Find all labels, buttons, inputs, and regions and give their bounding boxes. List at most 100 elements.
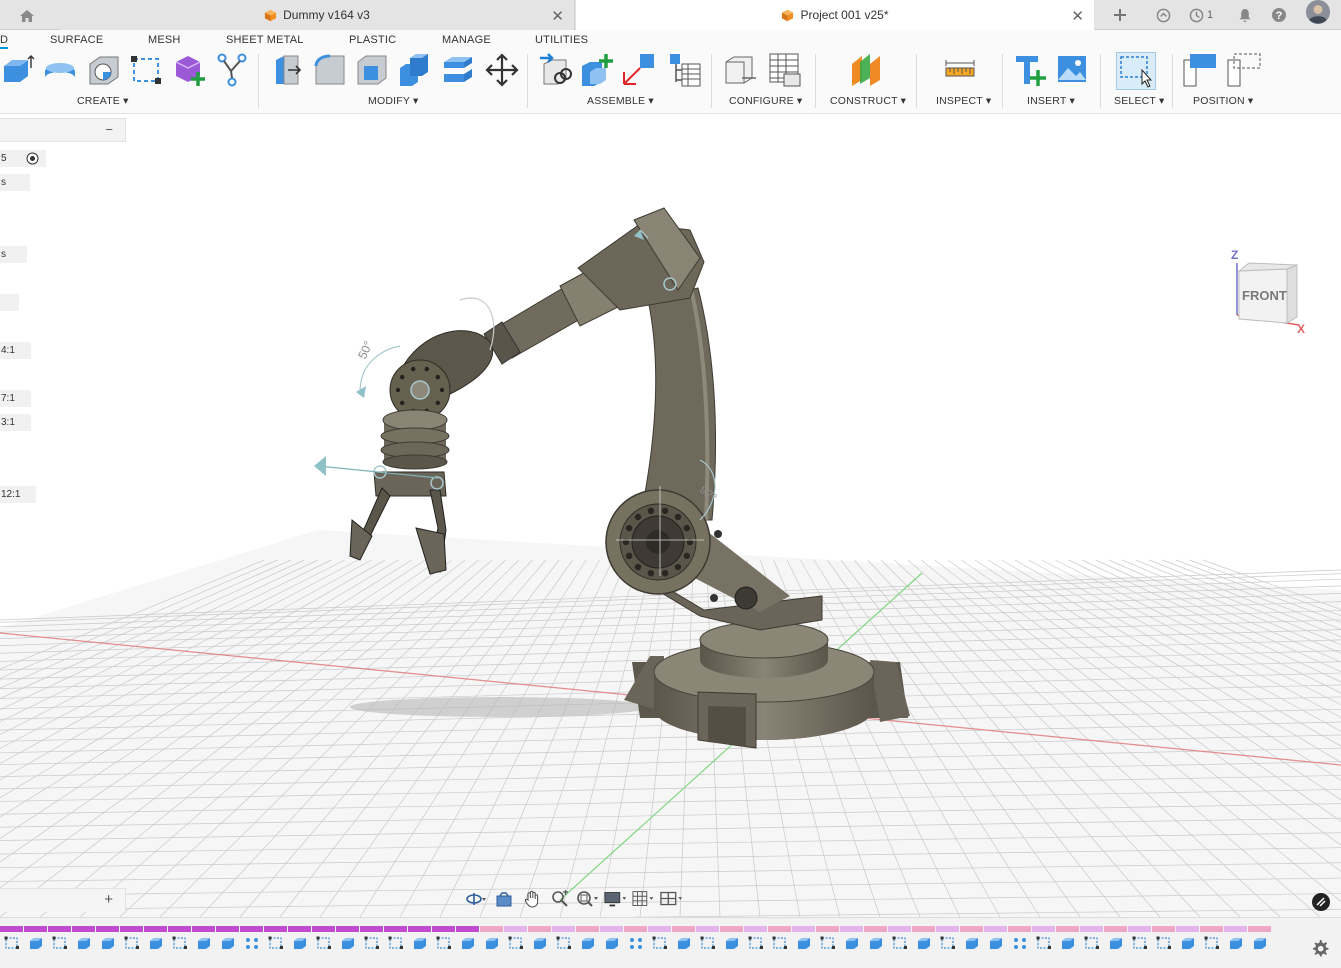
timeline-sketch-icon[interactable] (696, 934, 720, 952)
timeline-extrude-icon[interactable] (840, 934, 864, 952)
timeline-sketch-icon[interactable] (1032, 934, 1056, 952)
timeline-extrude-icon[interactable] (1176, 934, 1200, 952)
timeline-extrude-icon[interactable] (984, 934, 1008, 952)
look-at-icon[interactable] (492, 889, 516, 909)
extrude-icon[interactable] (0, 52, 36, 88)
timeline-sketch-icon[interactable] (1128, 934, 1152, 952)
orbit-icon[interactable] (464, 889, 488, 909)
user-avatar[interactable] (1306, 0, 1330, 24)
timeline-sketch-icon[interactable] (744, 934, 768, 952)
display-settings-icon[interactable] (604, 889, 628, 909)
browser-row[interactable]: 12:1 (0, 486, 36, 503)
timeline-extrude-icon[interactable] (96, 934, 120, 952)
grid-icon[interactable] (632, 889, 656, 909)
align-icon[interactable] (440, 52, 476, 88)
timeline-extrude-icon[interactable] (480, 934, 504, 952)
timeline-sketch-icon[interactable] (816, 934, 840, 952)
timeline-extrude-icon[interactable] (1104, 934, 1128, 952)
timeline-extrude-icon[interactable] (24, 934, 48, 952)
workspace-tab-utilities[interactable]: UTILITIES (535, 34, 588, 46)
timeline-extrude-icon[interactable] (1056, 934, 1080, 952)
group-label-construct[interactable]: CONSTRUCT ▾ (830, 95, 906, 107)
timeline-extrude-icon[interactable] (1248, 934, 1272, 952)
configure-icon[interactable] (722, 52, 758, 88)
viewports-icon[interactable] (660, 889, 684, 909)
timeline-sketch-icon[interactable] (432, 934, 456, 952)
table-icon[interactable] (766, 52, 802, 88)
shell-icon[interactable] (354, 52, 390, 88)
timeline-sketch-icon[interactable] (120, 934, 144, 952)
timeline-extrude-icon[interactable] (792, 934, 816, 952)
insert-mesh-icon[interactable] (1012, 52, 1048, 88)
group-label-modify[interactable]: MODIFY ▾ (368, 95, 418, 107)
timeline-extrude-icon[interactable] (960, 934, 984, 952)
timeline-pattern-icon[interactable] (624, 934, 648, 952)
notifications-icon[interactable] (1238, 5, 1252, 25)
timeline-sketch-icon[interactable] (1200, 934, 1224, 952)
timeline-sketch-icon[interactable] (648, 934, 672, 952)
workspace-tab-manage[interactable]: MANAGE (442, 34, 491, 46)
timeline-sketch-icon[interactable] (888, 934, 912, 952)
timeline-extrude-icon[interactable] (192, 934, 216, 952)
timeline-extrude-icon[interactable] (528, 934, 552, 952)
bom-icon[interactable] (666, 52, 702, 88)
timeline-extrude-icon[interactable] (600, 934, 624, 952)
group-label-configure[interactable]: CONFIGURE ▾ (729, 95, 802, 107)
browser-row[interactable]: 3:1 (0, 414, 31, 431)
timeline-extrude-icon[interactable] (72, 934, 96, 952)
timeline-sketch-icon[interactable] (48, 934, 72, 952)
timeline-sketch-icon[interactable] (936, 934, 960, 952)
collapse-button[interactable]: − (105, 122, 113, 137)
combine-icon[interactable] (396, 52, 432, 88)
help-icon[interactable]: ? (1271, 5, 1287, 25)
move-icon[interactable] (484, 52, 520, 88)
timeline-extrude-icon[interactable] (144, 934, 168, 952)
capture-position-icon[interactable] (1182, 52, 1218, 88)
timeline-extrude-icon[interactable] (288, 934, 312, 952)
home-icon[interactable] (14, 7, 40, 25)
group-label-position[interactable]: POSITION ▾ (1193, 95, 1253, 107)
timeline-sketch-icon[interactable] (384, 934, 408, 952)
tab-dummy[interactable]: Dummy v164 v3 ✕ (60, 0, 575, 30)
joint-icon[interactable] (580, 52, 616, 88)
select-window-icon[interactable] (1118, 52, 1154, 88)
zoom-window-icon[interactable] (576, 889, 600, 909)
timeline-extrude-icon[interactable] (576, 934, 600, 952)
timeline-extrude-icon[interactable] (720, 934, 744, 952)
timeline-sketch-icon[interactable] (768, 934, 792, 952)
gear-icon[interactable] (1311, 939, 1329, 957)
viewcube[interactable]: Z X FRONT (1227, 245, 1317, 345)
view-mode-indicator[interactable] (1312, 893, 1330, 911)
timeline-extrude-icon[interactable] (216, 934, 240, 952)
revolve-icon[interactable] (42, 52, 78, 88)
timeline-sketch-icon[interactable] (312, 934, 336, 952)
close-icon[interactable]: ✕ (551, 7, 564, 25)
revert-position-icon[interactable] (1226, 52, 1262, 88)
workspace-tab-design[interactable]: D (0, 34, 8, 46)
group-label-select[interactable]: SELECT ▾ (1114, 95, 1164, 107)
press-pull-icon[interactable] (270, 52, 306, 88)
timeline-extrude-icon[interactable] (336, 934, 360, 952)
timeline-extrude-icon[interactable] (456, 934, 480, 952)
timeline-extrude-icon[interactable] (864, 934, 888, 952)
browser-row[interactable]: s (0, 246, 27, 263)
browser-row[interactable] (0, 294, 19, 311)
timeline-sketch-icon[interactable] (264, 934, 288, 952)
browser-row[interactable]: s (0, 174, 30, 191)
workspace-tab-sheet-metal[interactable]: SHEET METAL (226, 34, 304, 46)
group-label-insert[interactable]: INSERT ▾ (1027, 95, 1075, 107)
hole-icon[interactable] (86, 52, 122, 88)
offset-plane-icon[interactable] (848, 52, 884, 88)
job-status-icon[interactable]: 1 (1189, 5, 1213, 25)
tab-project[interactable]: Project 001 v25* ✕ (576, 0, 1094, 30)
timeline-pattern-icon[interactable] (1008, 934, 1032, 952)
workspace-tab-plastic[interactable]: PLASTIC (349, 34, 396, 46)
timeline-extrude-icon[interactable] (672, 934, 696, 952)
close-icon[interactable]: ✕ (1071, 7, 1084, 25)
timeline-extrude-icon[interactable] (912, 934, 936, 952)
browser-row[interactable]: 7:1 (0, 390, 31, 407)
timeline-sketch-icon[interactable] (360, 934, 384, 952)
form-icon[interactable] (172, 52, 208, 88)
insert-image-icon[interactable] (1054, 52, 1090, 88)
timeline-sketch-icon[interactable] (1080, 934, 1104, 952)
